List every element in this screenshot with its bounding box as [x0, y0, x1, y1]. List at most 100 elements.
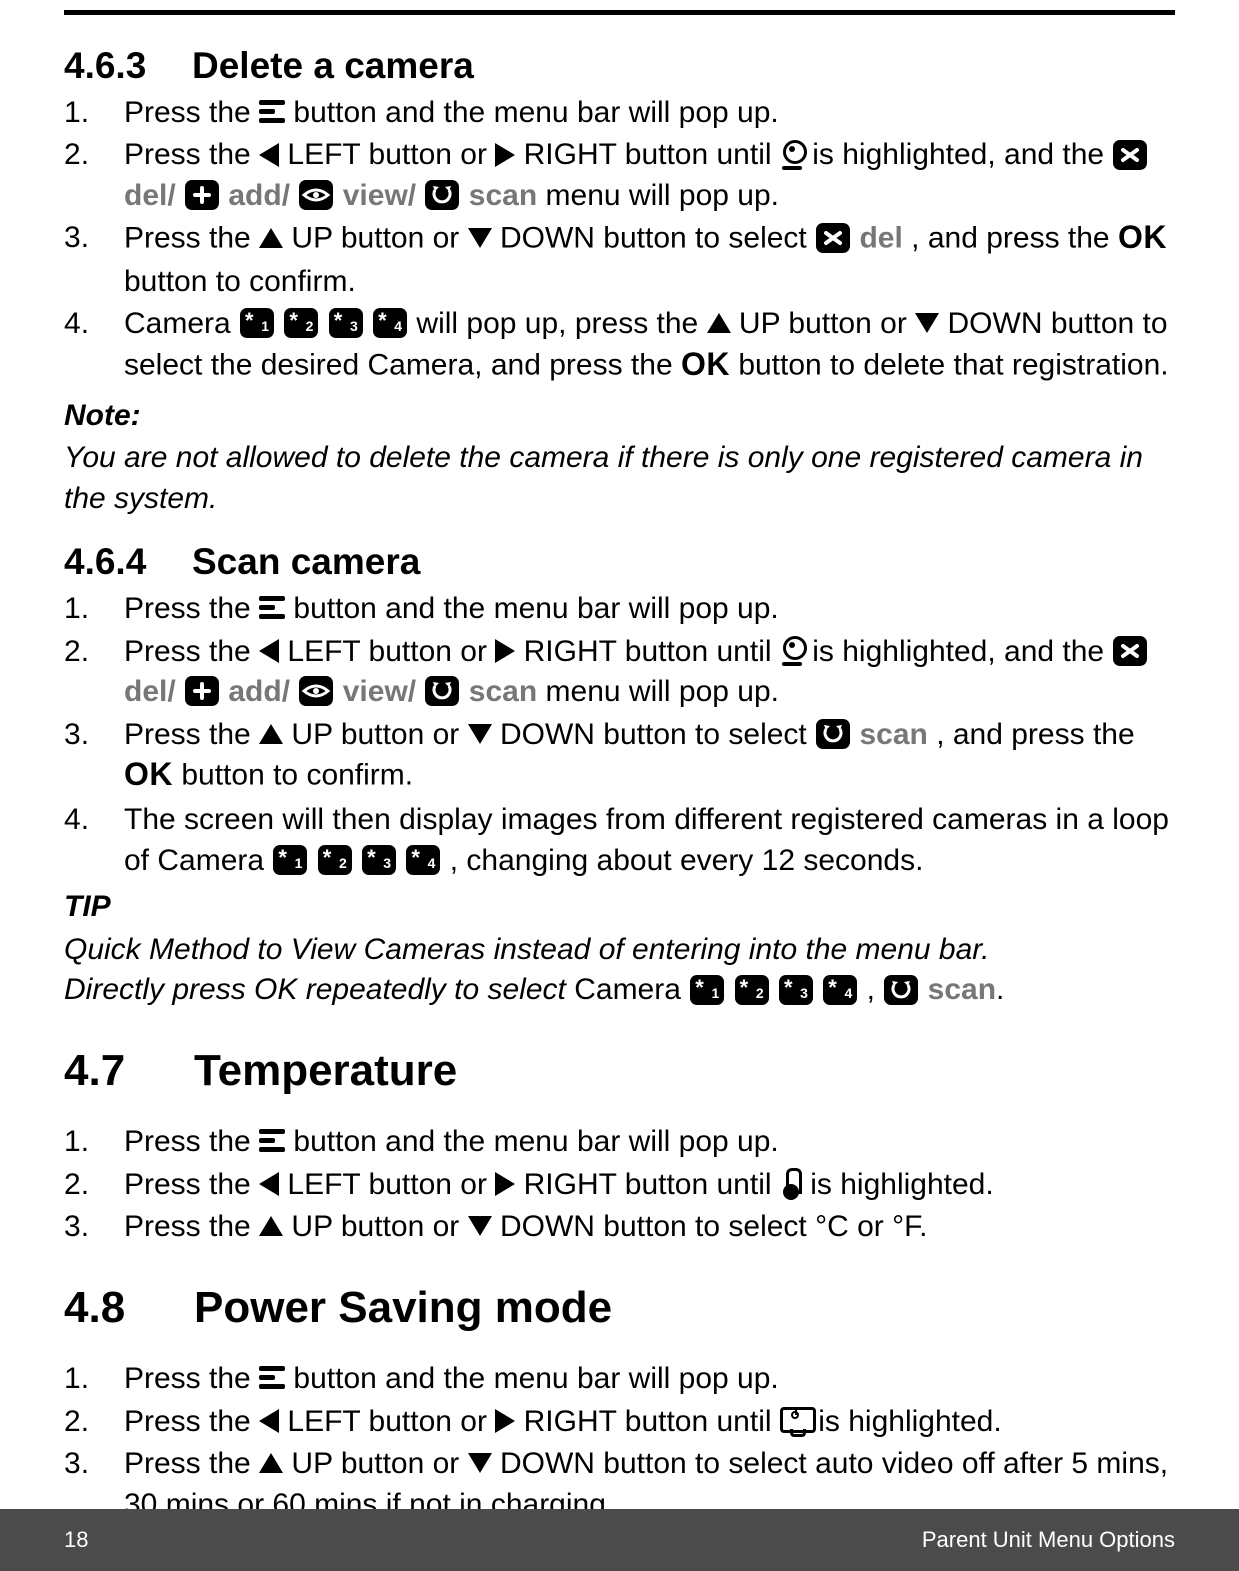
heading-number: 4.8 [64, 1278, 194, 1337]
scan-chip-icon [816, 719, 850, 749]
ok-icon: OK [124, 753, 173, 796]
steps-4-8: Press the button and the menu bar will p… [64, 1359, 1175, 1525]
text: UP button or [291, 718, 467, 751]
step: Camera 1 2 3 4 will pop up, press the UP… [64, 304, 1175, 388]
chip-label: view [343, 675, 408, 708]
text: menu will pop up. [546, 675, 779, 708]
steps-4-6-3: Press the button and the menu bar will p… [64, 93, 1175, 388]
text: button and the menu bar will pop up. [293, 1125, 778, 1158]
text: menu will pop up. [546, 179, 779, 212]
left-arrow-icon [259, 639, 279, 663]
ok-icon: OK [681, 343, 730, 386]
camera-2-chip-icon: 2 [318, 845, 352, 875]
chip-label: del [124, 179, 167, 212]
step: Press the button and the menu bar will p… [64, 589, 1175, 630]
chip-label: scan [928, 973, 996, 1006]
heading-title: Power Saving mode [194, 1283, 612, 1332]
step: Press the LEFT button or RIGHT button un… [64, 632, 1175, 713]
text: LEFT button or [287, 138, 495, 171]
up-arrow-icon [259, 724, 283, 744]
text: button and the menu bar will pop up. [293, 592, 778, 625]
text: Press the [124, 1168, 259, 1201]
text: button to confirm. [124, 265, 356, 298]
right-arrow-icon [495, 143, 515, 167]
menu-icon [259, 596, 285, 620]
step: Press the button and the menu bar will p… [64, 93, 1175, 134]
text: Press the [124, 222, 259, 255]
text: , and press the [936, 718, 1134, 751]
scan-chip-icon [425, 676, 459, 706]
heading-title: Temperature [194, 1046, 457, 1095]
text: Camera [124, 307, 239, 340]
steps-4-6-4: Press the button and the menu bar will p… [64, 589, 1175, 881]
del-chip-icon [1113, 636, 1147, 666]
text: LEFT button or [287, 635, 495, 668]
right-arrow-icon [495, 639, 515, 663]
heading-4-6-3: 4.6.3Delete a camera [64, 41, 1175, 91]
page-body: 4.6.3Delete a camera Press the button an… [0, 0, 1239, 1525]
step: Press the UP button or DOWN button to se… [64, 1207, 1175, 1248]
note-body: You are not allowed to delete the camera… [64, 438, 1175, 519]
text: Camera [574, 973, 689, 1006]
step: Press the UP button or DOWN button to se… [64, 218, 1175, 302]
camera-2-chip-icon: 2 [735, 975, 769, 1005]
heading-title: Scan camera [192, 541, 420, 582]
chip-label: del [859, 222, 902, 255]
camera-2-chip-icon: 2 [284, 308, 318, 338]
down-arrow-icon [468, 1216, 492, 1236]
up-arrow-icon [707, 313, 731, 333]
text: Directly press OK repeatedly to select [64, 973, 574, 1006]
left-arrow-icon [259, 1172, 279, 1196]
camera-icon [780, 140, 804, 170]
note-heading: Note: [64, 396, 1175, 437]
text: RIGHT button until [524, 635, 780, 668]
step: Press the UP button or DOWN button to se… [64, 715, 1175, 799]
text: , [867, 973, 884, 1006]
chip-label: add [228, 179, 281, 212]
right-arrow-icon [495, 1172, 515, 1196]
chip-label: add [228, 675, 281, 708]
chip-label: view [343, 179, 408, 212]
text: Press the [124, 1210, 259, 1243]
text: button and the menu bar will pop up. [293, 1362, 778, 1395]
text: Press the [124, 718, 259, 751]
heading-title: Delete a camera [192, 45, 474, 86]
step: Press the LEFT button or RIGHT button un… [64, 1402, 1175, 1443]
text: is highlighted, and the [812, 138, 1112, 171]
camera-3-chip-icon: 3 [362, 845, 396, 875]
text: LEFT button or [287, 1405, 495, 1438]
heading-4-7: 4.7Temperature [64, 1041, 1175, 1100]
heading-4-6-4: 4.6.4Scan camera [64, 537, 1175, 587]
text: Press the [124, 96, 259, 129]
tip-line: Directly press OK repeatedly to select C… [64, 970, 1175, 1011]
top-rule [64, 10, 1175, 15]
text: UP button or [291, 1210, 467, 1243]
text: is highlighted. [818, 1405, 1001, 1438]
step: Press the LEFT button or RIGHT button un… [64, 135, 1175, 216]
menu-icon [259, 1366, 285, 1390]
camera-3-chip-icon: 3 [329, 308, 363, 338]
view-chip-icon [299, 180, 333, 210]
up-arrow-icon [259, 228, 283, 248]
text: LEFT button or [287, 1168, 495, 1201]
scan-chip-icon [884, 975, 918, 1005]
camera-1-chip-icon: 1 [690, 975, 724, 1005]
del-chip-icon [1113, 140, 1147, 170]
chip-label: scan [469, 179, 537, 212]
text: Press the [124, 635, 259, 668]
tip-heading: TIP [64, 887, 1175, 928]
text: will pop up, press the [416, 307, 706, 340]
text: DOWN button to select °C or °F. [500, 1210, 927, 1243]
menu-icon [259, 100, 285, 124]
text: RIGHT button until [524, 1168, 780, 1201]
steps-4-7: Press the button and the menu bar will p… [64, 1122, 1175, 1248]
left-arrow-icon [259, 143, 279, 167]
camera-1-chip-icon: 1 [240, 308, 274, 338]
chip-label: del [124, 675, 167, 708]
ok-icon: OK [1118, 216, 1167, 259]
text: Press the [124, 1125, 259, 1158]
text: button and the menu bar will pop up. [293, 96, 778, 129]
add-chip-icon [185, 180, 219, 210]
text: DOWN button to select [500, 718, 815, 751]
heading-number: 4.6.3 [64, 41, 192, 91]
